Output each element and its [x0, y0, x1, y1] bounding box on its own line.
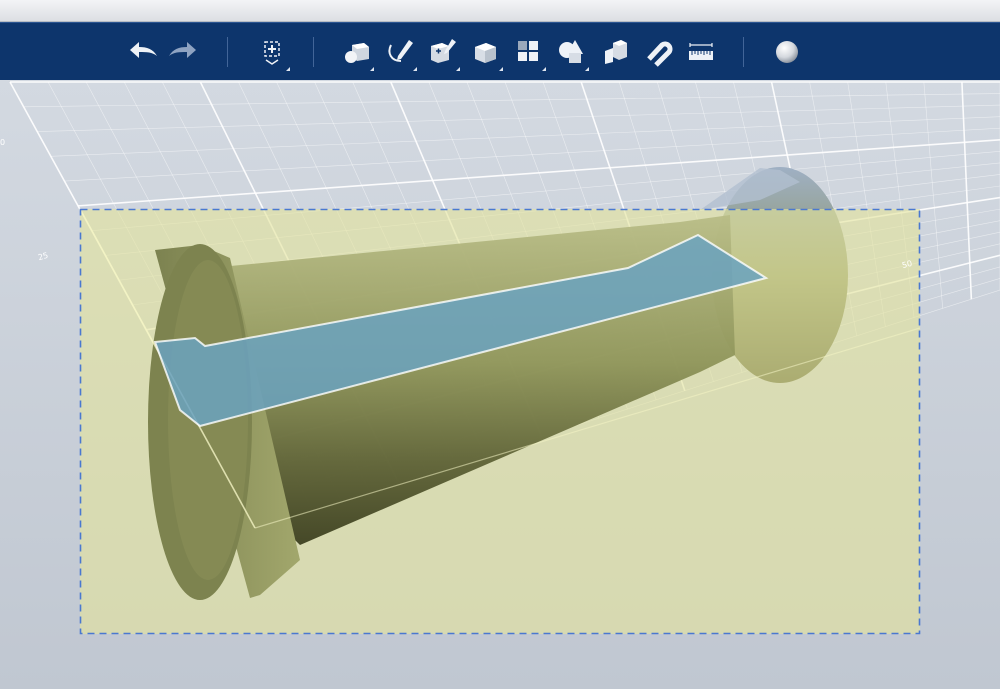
dropdown-corner-icon: [499, 67, 503, 71]
measure-button[interactable]: [681, 33, 721, 71]
add-button[interactable]: [252, 33, 292, 71]
grouping-button[interactable]: [551, 33, 591, 71]
measure-ruler-icon: [689, 43, 713, 60]
grid-label: 0: [0, 138, 6, 147]
dropdown-corner-icon: [456, 67, 460, 71]
pattern-button[interactable]: [508, 33, 548, 71]
main-toolbar: [0, 22, 1000, 80]
viewport-scene: [0, 80, 1000, 689]
toolbar-separator: [743, 37, 744, 67]
redo-arrow-icon: [169, 42, 196, 58]
sketch-button[interactable]: [379, 33, 419, 71]
toolbar-separator: [313, 37, 314, 67]
modify-button[interactable]: [465, 33, 505, 71]
toolbar-separator: [227, 37, 228, 67]
dropdown-corner-icon: [370, 67, 374, 71]
add-box-icon: [264, 41, 280, 65]
snap-magnet-icon: [647, 41, 673, 67]
undo-button[interactable]: [122, 33, 162, 71]
material-sphere-icon: [776, 41, 798, 63]
redo-button[interactable]: [164, 33, 204, 71]
boolean-blocks-icon: [605, 40, 627, 64]
undo-arrow-icon: [130, 42, 157, 58]
boolean-button[interactable]: [595, 33, 635, 71]
snap-button[interactable]: [638, 33, 678, 71]
dropdown-corner-icon: [542, 67, 546, 71]
3d-viewport[interactable]: 0 25 50: [0, 80, 1000, 689]
construct-button[interactable]: [422, 33, 462, 71]
pattern-grid-icon: [518, 41, 538, 61]
construct-icon: [431, 39, 456, 63]
sketch-pen-icon: [388, 40, 413, 62]
dropdown-corner-icon: [413, 67, 417, 71]
dropdown-corner-icon: [286, 67, 290, 71]
modify-cube-icon: [475, 43, 496, 63]
dropdown-corner-icon: [585, 67, 589, 71]
primitives-button[interactable]: [336, 33, 376, 71]
primitives-icon: [345, 43, 369, 63]
material-button[interactable]: [767, 33, 807, 71]
combine-shapes-icon: [559, 40, 583, 63]
window-title-strip: [0, 0, 1000, 22]
